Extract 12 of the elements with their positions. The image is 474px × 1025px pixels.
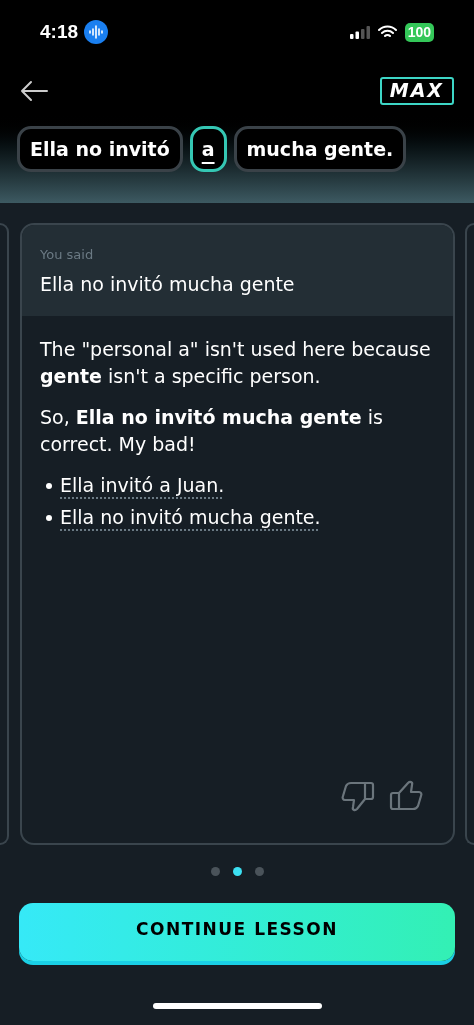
example-sentence[interactable]: Ella no invitó mucha gente.	[60, 504, 321, 531]
example-sentence[interactable]: Ella invitó a Juan.	[60, 472, 225, 499]
explanation-text: The "personal a" isn't used here because gente isn't a specific person.	[40, 337, 432, 389]
word-chip[interactable]: a	[189, 126, 227, 172]
word-chip[interactable]: Ella no invitó	[17, 126, 183, 172]
transcript-text: Ella no invitó mucha gente	[40, 271, 296, 297]
status-time: 4:18	[40, 19, 79, 44]
battery-level: 100	[404, 22, 434, 42]
word-chip[interactable]: mucha gente.	[233, 126, 407, 172]
you-said-label: You said	[40, 246, 95, 264]
max-badge: MAX	[379, 77, 454, 105]
explanation-text: So, Ella no invitó mucha gente is correct. My bad!	[40, 405, 384, 457]
